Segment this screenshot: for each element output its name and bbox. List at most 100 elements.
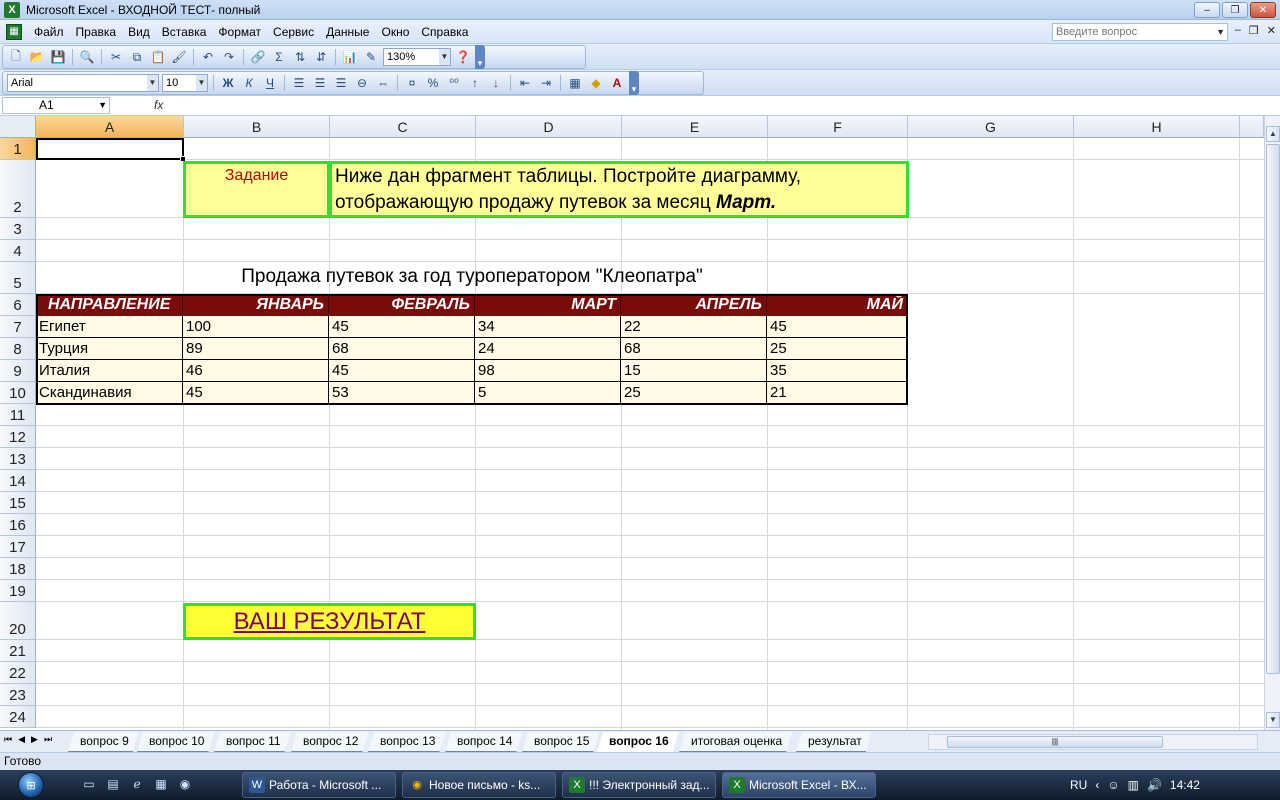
- row-header-1[interactable]: 1: [0, 138, 36, 160]
- redo-icon[interactable]: ↷: [220, 48, 238, 66]
- table-cell[interactable]: 24: [475, 338, 621, 360]
- header-direction[interactable]: НАПРАВЛЕНИЕ: [36, 294, 183, 316]
- taskbar-word-button[interactable]: W Работа - Microsoft ...: [242, 772, 396, 798]
- menu-format[interactable]: Формат: [212, 22, 267, 42]
- tray-app-icon[interactable]: ☺: [1107, 778, 1119, 792]
- name-box[interactable]: A1 ▼: [2, 97, 110, 114]
- sheet-tab[interactable]: результат: [796, 732, 872, 752]
- column-header-d[interactable]: D: [476, 116, 622, 138]
- tray-chevron-icon[interactable]: ‹: [1095, 778, 1099, 792]
- toolbar-options-icon[interactable]: ▾: [629, 71, 639, 95]
- chevron-down-icon[interactable]: ▼: [98, 98, 107, 113]
- calculator-icon[interactable]: ▦: [152, 775, 170, 793]
- column-header-b[interactable]: B: [184, 116, 330, 138]
- horizontal-scrollbar[interactable]: |||: [928, 734, 1258, 750]
- row-header-19[interactable]: 19: [0, 580, 36, 602]
- toolbar-options-icon[interactable]: ▾: [475, 45, 485, 69]
- row-header-3[interactable]: 3: [0, 218, 36, 240]
- menu-tools[interactable]: Сервис: [267, 22, 320, 42]
- doc-close-button[interactable]: ✕: [1267, 24, 1276, 37]
- row-header-20[interactable]: 20: [0, 602, 36, 640]
- header-april[interactable]: АПРЕЛЬ: [621, 294, 767, 316]
- chevron-down-icon[interactable]: ▼: [439, 49, 450, 65]
- tray-volume-icon[interactable]: 🔊: [1147, 778, 1162, 792]
- chrome-icon[interactable]: ◉: [176, 775, 194, 793]
- language-indicator[interactable]: RU: [1070, 778, 1087, 792]
- chevron-down-icon[interactable]: ▼: [147, 75, 158, 91]
- thousands-icon[interactable]: ⁰⁰: [445, 74, 463, 92]
- table-cell[interactable]: 68: [329, 338, 475, 360]
- row-header-21[interactable]: 21: [0, 640, 36, 662]
- menu-window[interactable]: Окно: [375, 22, 415, 42]
- row-header-23[interactable]: 23: [0, 684, 36, 706]
- active-cell-a1[interactable]: [36, 138, 186, 162]
- copy-icon[interactable]: ⧉: [128, 48, 146, 66]
- column-header-h[interactable]: H: [1074, 116, 1240, 138]
- menu-file[interactable]: Файл: [28, 22, 70, 42]
- chart-wizard-icon[interactable]: 📊: [341, 48, 359, 66]
- show-desktop-icon[interactable]: ▭: [80, 775, 98, 793]
- chevron-down-icon[interactable]: ▼: [196, 75, 207, 91]
- table-cell[interactable]: 25: [767, 338, 908, 360]
- hyperlink-icon[interactable]: 🔗: [249, 48, 267, 66]
- print-preview-icon[interactable]: 🔍: [78, 48, 96, 66]
- table-cell[interactable]: Турция: [36, 338, 183, 360]
- first-sheet-icon[interactable]: ⏮: [4, 734, 12, 745]
- merge-center-icon[interactable]: ⇔: [374, 74, 392, 92]
- new-icon[interactable]: 🗋: [7, 48, 25, 66]
- row-header-2[interactable]: 2: [0, 160, 36, 218]
- row-header-14[interactable]: 14: [0, 470, 36, 492]
- row-header-4[interactable]: 4: [0, 240, 36, 262]
- taskbar-chrome-button[interactable]: ◉ Новое письмо - ks...: [402, 772, 556, 798]
- align-right-icon[interactable]: ☰: [332, 74, 350, 92]
- vertical-scroll-thumb[interactable]: [1266, 144, 1280, 674]
- open-icon[interactable]: 📂: [28, 48, 46, 66]
- row-header-5[interactable]: 5: [0, 262, 36, 294]
- menu-view[interactable]: Вид: [122, 22, 156, 42]
- maximize-button[interactable]: ❐: [1222, 2, 1248, 18]
- fill-color-icon[interactable]: ◆: [587, 74, 605, 92]
- sheet-tab[interactable]: вопрос 9: [68, 732, 139, 752]
- table-cell[interactable]: 89: [183, 338, 329, 360]
- row-header-15[interactable]: 15: [0, 492, 36, 514]
- task-description-cell[interactable]: Ниже дан фрагмент таблицы. Постройте диа…: [329, 161, 909, 218]
- column-header-partial[interactable]: [1240, 116, 1264, 138]
- excel-app-icon[interactable]: X: [4, 1, 20, 18]
- tray-network-icon[interactable]: ▥: [1128, 778, 1139, 792]
- row-header-22[interactable]: 22: [0, 662, 36, 684]
- start-button[interactable]: ⊞: [8, 771, 54, 799]
- column-header-g[interactable]: G: [908, 116, 1074, 138]
- prev-sheet-icon[interactable]: ◀: [18, 734, 25, 745]
- italic-icon[interactable]: К: [240, 74, 258, 92]
- table-cell[interactable]: 45: [329, 360, 475, 382]
- autosum-icon[interactable]: Σ: [270, 48, 288, 66]
- zoom-select[interactable]: 130% ▼: [383, 48, 451, 66]
- chevron-down-icon[interactable]: ▼: [1216, 24, 1225, 40]
- last-sheet-icon[interactable]: ⏭: [44, 734, 52, 745]
- sheet-tab[interactable]: вопрос 11: [214, 732, 291, 752]
- sheet-tab[interactable]: вопрос 15: [522, 732, 599, 752]
- row-header-18[interactable]: 18: [0, 558, 36, 580]
- font-select[interactable]: Arial ▼: [7, 74, 159, 92]
- table-cell[interactable]: Египет: [36, 316, 183, 338]
- workbook-icon[interactable]: ▦: [6, 23, 22, 40]
- close-button[interactable]: ✕: [1250, 2, 1276, 18]
- paste-icon[interactable]: 📋: [149, 48, 167, 66]
- sheet-tab[interactable]: вопрос 12: [291, 732, 368, 752]
- align-center-icon[interactable]: ☰: [311, 74, 329, 92]
- font-color-icon[interactable]: A: [608, 74, 626, 92]
- table-cell[interactable]: Италия: [36, 360, 183, 382]
- menu-data[interactable]: Данные: [320, 22, 375, 42]
- vertical-scrollbar[interactable]: ▲ ▼: [1264, 116, 1280, 730]
- currency-icon[interactable]: ¤: [403, 74, 421, 92]
- table-cell[interactable]: 68: [621, 338, 767, 360]
- sort-ascending-icon[interactable]: ⇅: [291, 48, 309, 66]
- increase-decimal-icon[interactable]: ↑: [466, 74, 484, 92]
- your-result-button[interactable]: ВАШ РЕЗУЛЬТАТ: [183, 603, 476, 640]
- doc-restore-button[interactable]: ❐: [1249, 24, 1259, 37]
- column-header-a[interactable]: A: [36, 116, 184, 138]
- minimize-button[interactable]: ‒: [1194, 2, 1220, 18]
- strikethrough-icon[interactable]: ⊖: [353, 74, 371, 92]
- undo-icon[interactable]: ↶: [199, 48, 217, 66]
- sheet-tab-active[interactable]: вопрос 16: [597, 732, 679, 752]
